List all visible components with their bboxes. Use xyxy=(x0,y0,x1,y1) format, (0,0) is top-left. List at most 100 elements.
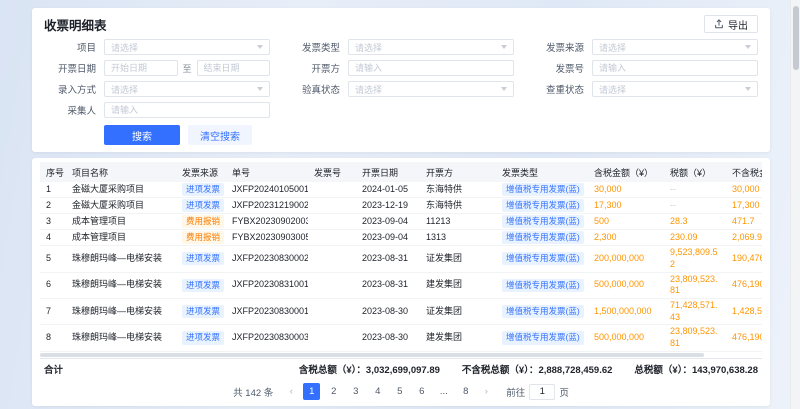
col-header-type: 发票类型 xyxy=(496,162,588,182)
cell-tax: -- xyxy=(664,182,726,198)
cell-source: 进项发票 xyxy=(176,198,226,214)
page-button[interactable]: 2 xyxy=(325,383,342,400)
source-badge: 进项发票 xyxy=(182,252,224,265)
table-row: 4 成本管理项目 费用报销 FYBX20230903005 2023-09-04… xyxy=(40,230,762,246)
summary-tax-excl-label: 不含税总额（¥）： xyxy=(462,365,539,376)
cell-amount: 1,500,000,000 xyxy=(588,298,664,324)
page-button[interactable]: 3 xyxy=(347,383,364,400)
page-button[interactable]: 1 xyxy=(303,383,320,400)
entry-method-select[interactable]: 请选择 xyxy=(104,81,270,97)
collector-label: 采集人 xyxy=(44,103,96,117)
cell-project: 珠穆朗玛峰—电梯安装 xyxy=(66,325,176,351)
entry-method-placeholder: 请选择 xyxy=(111,83,253,96)
goto-suffix: 页 xyxy=(559,385,569,399)
source-badge: 费用报销 xyxy=(182,215,224,228)
table-row: 7 珠穆朗玛峰—电梯安装 进项发票 JXFP20230830001 2023-0… xyxy=(40,298,762,324)
cell-amount: 30,000 xyxy=(588,182,664,198)
horizontal-scrollbar[interactable] xyxy=(40,352,762,358)
page-button[interactable]: 6 xyxy=(413,383,430,400)
page-button[interactable]: 4 xyxy=(369,383,386,400)
invoice-type-badge: 增值税专用发票(蓝) xyxy=(502,199,584,212)
invoice-type-badge: 增值税专用发票(蓝) xyxy=(502,252,584,265)
cell-party: 东海特供 xyxy=(420,182,496,198)
project-select[interactable]: 请选择 xyxy=(104,39,270,55)
horizontal-scrollbar-thumb[interactable] xyxy=(40,353,704,357)
cell-invoice-no xyxy=(308,246,356,272)
vertical-scrollbar[interactable] xyxy=(790,0,800,409)
invoice-no-input[interactable] xyxy=(599,63,751,73)
cell-tax: 9,523,809.52 xyxy=(664,246,726,272)
collector-input[interactable] xyxy=(111,105,263,115)
cell-order-no: FYBX20230903005 xyxy=(226,230,308,246)
search-button[interactable]: 搜索 xyxy=(104,125,180,145)
invoice-source-select[interactable]: 请选择 xyxy=(592,39,758,55)
date-end-input[interactable] xyxy=(204,63,264,73)
cell-type: 增值税专用发票(蓝) xyxy=(496,246,588,272)
verify-status-select[interactable]: 请选择 xyxy=(348,81,514,97)
cell-party: 1313 xyxy=(420,230,496,246)
cell-no: 2 xyxy=(40,198,66,214)
cell-tax: -- xyxy=(664,198,726,214)
page-button[interactable]: 8 xyxy=(457,383,474,400)
col-header-project: 项目名称 xyxy=(66,162,176,182)
chevron-left-icon[interactable]: ‹ xyxy=(284,386,298,397)
date-end-input-wrap[interactable] xyxy=(197,60,271,76)
source-badge: 进项发票 xyxy=(182,305,224,318)
cell-invoice-no xyxy=(308,182,356,198)
cell-party: 建发集团 xyxy=(420,325,496,351)
field-invoice-no: 发票号 xyxy=(532,60,758,76)
cell-type: 增值税专用发票(蓝) xyxy=(496,298,588,324)
invoicing-party-input[interactable] xyxy=(355,63,507,73)
cell-type: 增值税专用发票(蓝) xyxy=(496,214,588,230)
cell-project: 成本管理项目 xyxy=(66,230,176,246)
invoicing-party-input-wrap[interactable] xyxy=(348,60,514,76)
invoice-date-label: 开票日期 xyxy=(44,61,96,75)
date-start-input-wrap[interactable] xyxy=(104,60,178,76)
cell-date: 2023-09-04 xyxy=(356,230,420,246)
page-button[interactable]: 5 xyxy=(391,383,408,400)
cell-date: 2023-08-30 xyxy=(356,298,420,324)
clear-search-button[interactable]: 清空搜索 xyxy=(188,125,252,145)
summary-tax-excl-value: 2,888,728,459.62 xyxy=(538,365,612,376)
cell-date: 2023-12-19 xyxy=(356,198,420,214)
invoice-type-select[interactable]: 请选择 xyxy=(348,39,514,55)
cell-party: 东海特供 xyxy=(420,198,496,214)
collector-input-wrap[interactable] xyxy=(104,102,270,118)
source-badge: 费用报销 xyxy=(182,231,224,244)
col-header-party: 开票方 xyxy=(420,162,496,182)
date-start-input[interactable] xyxy=(111,63,171,73)
pagination: 共 142 条 ‹ 1 2 3 4 5 6 ... 8 › 前往 页 xyxy=(40,380,762,404)
field-invoicing-party: 开票方 xyxy=(288,60,514,76)
cell-no: 5 xyxy=(40,246,66,272)
page-ellipsis[interactable]: ... xyxy=(435,383,452,400)
invoice-type-badge: 增值税专用发票(蓝) xyxy=(502,183,584,196)
invoice-table: 序号 项目名称 发票来源 单号 发票号 开票日期 开票方 发票类型 含税金额（¥… xyxy=(40,162,762,352)
cell-invoice-no xyxy=(308,230,356,246)
invoice-no-input-wrap[interactable] xyxy=(592,60,758,76)
cell-order-no: JXFP20230830002 xyxy=(226,246,308,272)
vertical-scrollbar-thumb[interactable] xyxy=(793,6,799,70)
export-button[interactable]: 导出 xyxy=(704,15,758,33)
dup-status-label: 查重状态 xyxy=(532,82,584,96)
chevron-down-icon xyxy=(257,45,263,49)
field-invoice-source: 发票来源 请选择 xyxy=(532,39,758,55)
cell-no: 8 xyxy=(40,325,66,351)
cell-type: 增值税专用发票(蓝) xyxy=(496,325,588,351)
cell-project: 成本管理项目 xyxy=(66,214,176,230)
summary-tax-incl-label: 含税总额（¥）： xyxy=(299,365,366,376)
chevron-down-icon xyxy=(257,87,263,91)
table-row: 8 珠穆朗玛峰—电梯安装 进项发票 JXFP20230830003 2023-0… xyxy=(40,325,762,351)
filter-card: 收票明细表 导出 项目 请选择 发票类型 请选择 xyxy=(32,8,770,152)
invoice-source-label: 发票来源 xyxy=(532,40,584,54)
chevron-right-icon[interactable]: › xyxy=(479,386,493,397)
cell-source: 进项发票 xyxy=(176,272,226,298)
verify-status-placeholder: 请选择 xyxy=(355,83,497,96)
table-row: 5 珠穆朗玛峰—电梯安装 进项发票 JXFP20230830002 2023-0… xyxy=(40,246,762,272)
cell-date: 2024-01-05 xyxy=(356,182,420,198)
cell-source: 进项发票 xyxy=(176,325,226,351)
cell-source: 进项发票 xyxy=(176,298,226,324)
table-scroll-area[interactable]: 序号 项目名称 发票来源 单号 发票号 开票日期 开票方 发票类型 含税金额（¥… xyxy=(40,162,762,352)
goto-page-input[interactable] xyxy=(529,384,555,400)
cell-invoice-no xyxy=(308,272,356,298)
dup-status-select[interactable]: 请选择 xyxy=(592,81,758,97)
